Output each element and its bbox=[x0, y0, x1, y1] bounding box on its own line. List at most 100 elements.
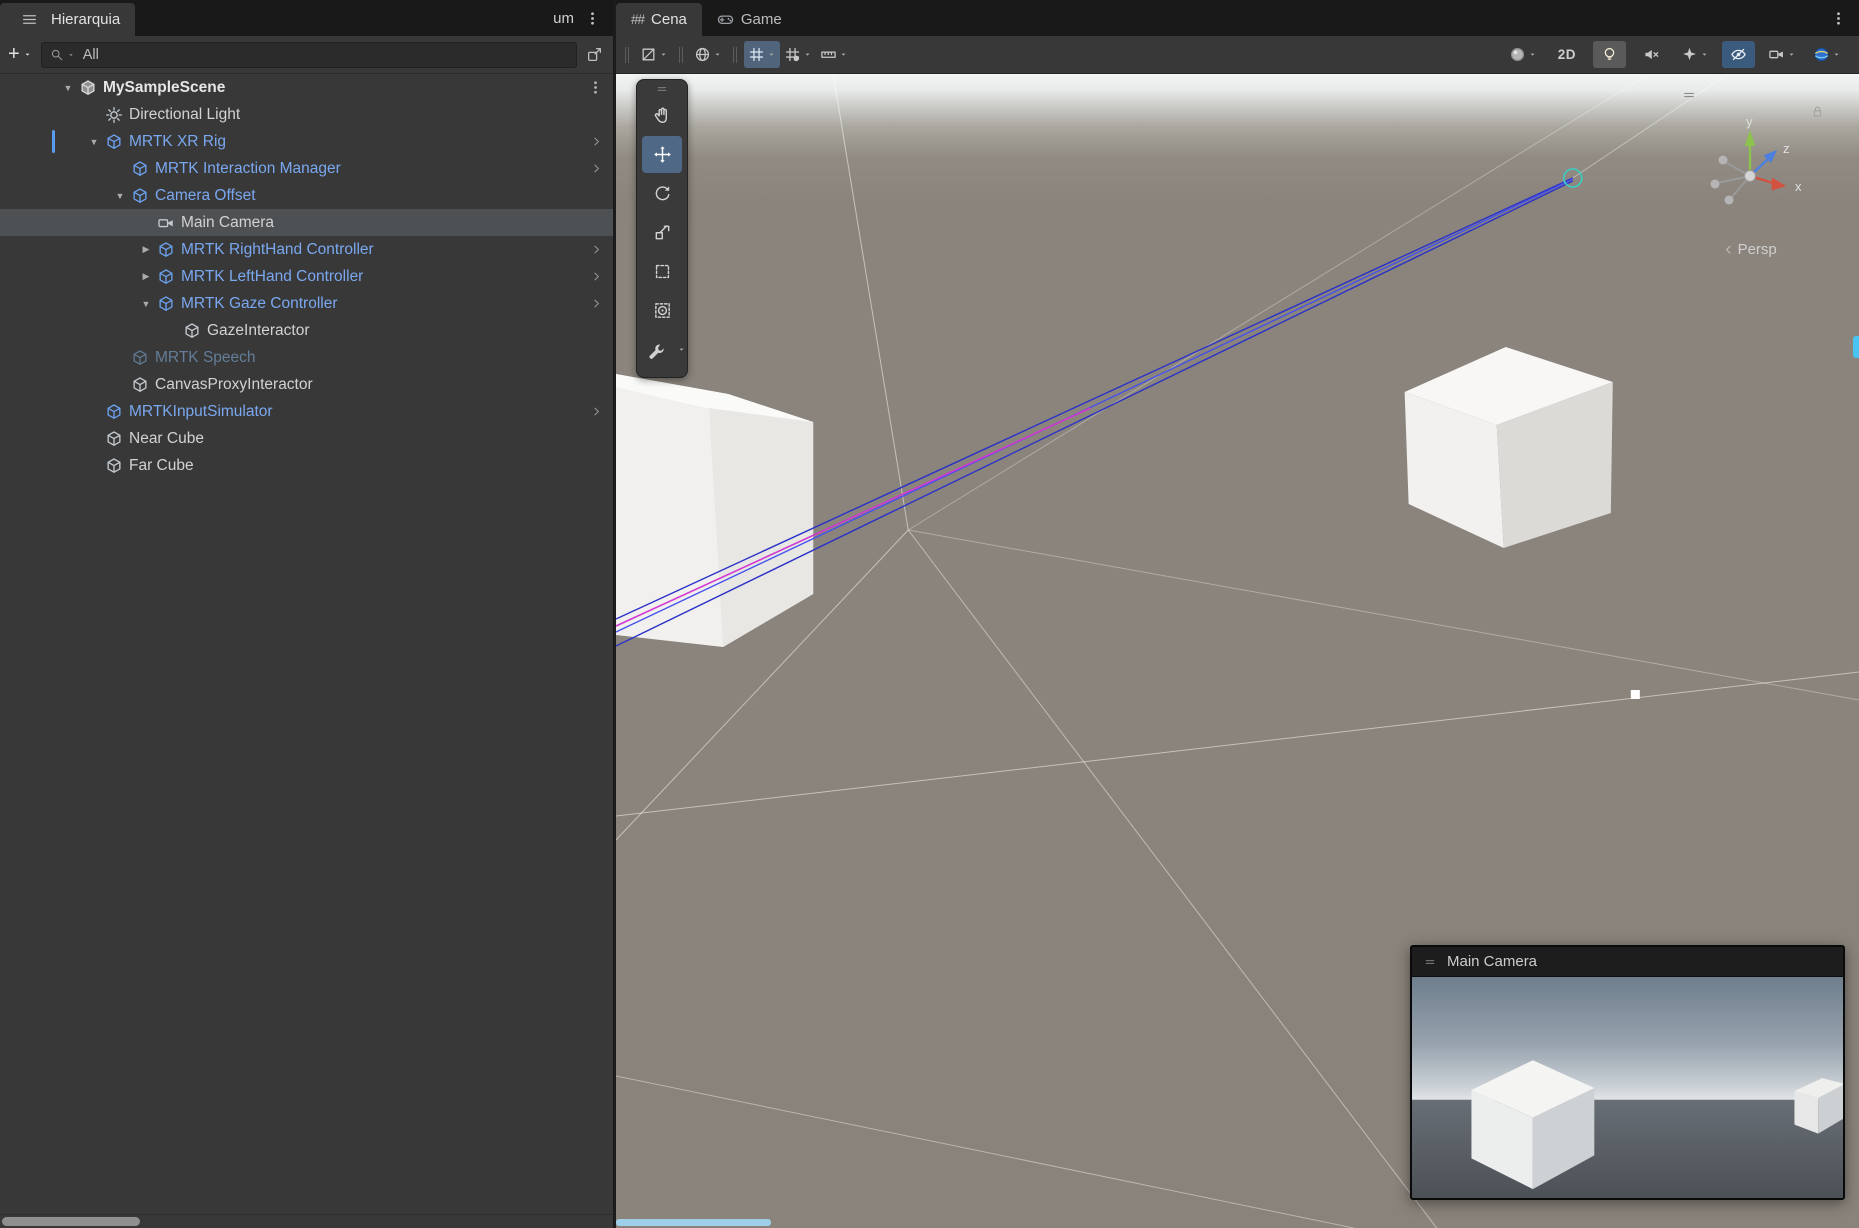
snap-settings-button[interactable] bbox=[780, 41, 816, 68]
sphere-icon bbox=[1509, 46, 1526, 63]
tree-row-near-cube[interactable]: Near Cube bbox=[0, 425, 613, 452]
scene-options-icon[interactable] bbox=[587, 74, 604, 101]
hierarchy-kebab-icon[interactable] bbox=[580, 10, 605, 27]
expander-open-icon[interactable]: ▼ bbox=[58, 83, 78, 93]
scene-icon bbox=[79, 79, 97, 97]
scene-scrollbar-thumb[interactable] bbox=[616, 1219, 771, 1226]
cube-icon bbox=[131, 160, 149, 178]
expander-closed-icon[interactable]: ▶ bbox=[136, 244, 156, 255]
expander-open-icon[interactable]: ▼ bbox=[136, 299, 156, 309]
orientation-gizmo[interactable]: y z x ‹ Persp bbox=[1665, 110, 1837, 259]
projection-label[interactable]: ‹ Persp bbox=[1665, 240, 1837, 259]
row-label: MRTKInputSimulator bbox=[129, 403, 273, 421]
overlay-drag-handle-icon[interactable] bbox=[1679, 88, 1699, 107]
child-expand-icon[interactable] bbox=[590, 155, 603, 182]
camera-preview-body bbox=[1412, 977, 1843, 1198]
preview-drag-handle-icon[interactable] bbox=[1422, 956, 1438, 968]
tab-game[interactable]: Game bbox=[702, 3, 797, 36]
tree-row-directional-light[interactable]: Directional Light bbox=[0, 101, 613, 128]
search-filter-caret-icon[interactable] bbox=[67, 51, 75, 59]
scale-tool-button[interactable] bbox=[642, 214, 682, 251]
tree-row-camera-offset[interactable]: ▼Camera Offset bbox=[0, 182, 613, 209]
view-2d-label: 2D bbox=[1554, 47, 1580, 62]
custom-tool-button[interactable] bbox=[641, 333, 671, 370]
effects-button[interactable] bbox=[1677, 41, 1713, 68]
scene-visibility-button[interactable] bbox=[1722, 41, 1755, 68]
grid-handle-dot[interactable] bbox=[1631, 690, 1640, 699]
hierarchy-tabbar-right: um bbox=[553, 0, 613, 36]
caretdown-icon bbox=[1787, 50, 1796, 59]
row-label: Directional Light bbox=[129, 106, 240, 124]
expander-open-icon[interactable]: ▼ bbox=[84, 137, 104, 147]
hamburger-icon[interactable] bbox=[15, 11, 44, 28]
orientation-button[interactable] bbox=[690, 41, 726, 68]
child-expand-icon[interactable] bbox=[590, 398, 603, 425]
tree-row-mrtk-speech[interactable]: MRTK Speech bbox=[0, 344, 613, 371]
draw-mode-button[interactable] bbox=[1505, 41, 1541, 68]
gizmo-negative-axes[interactable] bbox=[1717, 162, 1750, 198]
gizmo-y-axis[interactable] bbox=[1745, 130, 1756, 176]
tab-scene[interactable]: ## Cena bbox=[616, 3, 702, 36]
tree-row-main-camera[interactable]: Main Camera bbox=[0, 209, 613, 236]
move-tool-button[interactable] bbox=[642, 136, 682, 173]
camera-settings-button[interactable] bbox=[1764, 41, 1800, 68]
caretdown-icon bbox=[803, 50, 812, 59]
tree-row-mrtk-lefthand-controller[interactable]: ▶MRTK LeftHand Controller bbox=[0, 263, 613, 290]
camera-preview-render bbox=[1412, 977, 1843, 1198]
tree-row-canvasproxyinteractor[interactable]: CanvasProxyInteractor bbox=[0, 371, 613, 398]
expander-open-icon[interactable]: ▼ bbox=[110, 191, 130, 201]
gizmo-center[interactable] bbox=[1745, 171, 1756, 182]
cube-object-icon bbox=[104, 456, 123, 475]
caretdown-icon bbox=[767, 50, 776, 59]
add-object-button[interactable]: + bbox=[8, 46, 32, 64]
hierarchy-search-input[interactable]: All bbox=[41, 42, 577, 68]
tree-row-far-cube[interactable]: Far Cube bbox=[0, 452, 613, 479]
child-expand-icon[interactable] bbox=[590, 263, 603, 290]
tree-row-mrtk-righthand-controller[interactable]: ▶MRTK RightHand Controller bbox=[0, 236, 613, 263]
hierarchy-tabbar: Hierarquia um bbox=[0, 0, 613, 36]
child-expand-icon[interactable] bbox=[590, 290, 603, 317]
tree-row-gazeinteractor[interactable]: GazeInteractor bbox=[0, 317, 613, 344]
axis-x-label: x bbox=[1795, 179, 1802, 194]
collapsed-overlay-indicator[interactable] bbox=[1853, 336, 1859, 358]
rotate-tool-button[interactable] bbox=[642, 175, 682, 212]
tree-row-mrtk-gaze-controller[interactable]: ▼MRTK Gaze Controller bbox=[0, 290, 613, 317]
child-expand-icon[interactable] bbox=[590, 128, 603, 155]
scene-viewport[interactable]: y z x ‹ Persp Main Camera bbox=[616, 74, 1859, 1228]
snap-increment-button[interactable] bbox=[816, 41, 852, 68]
caretdown-icon bbox=[839, 50, 848, 59]
view-tool-button[interactable] bbox=[642, 97, 682, 134]
tab-hierarchy[interactable]: Hierarquia bbox=[0, 3, 135, 36]
tree-row-mrtkinputsimulator[interactable]: MRTKInputSimulator bbox=[0, 398, 613, 425]
tools-overlay-handle-icon[interactable] bbox=[637, 82, 687, 95]
child-expand-icon[interactable] bbox=[590, 236, 603, 263]
audio-mute-button[interactable] bbox=[1635, 41, 1668, 68]
tool-settings-button[interactable] bbox=[636, 41, 672, 68]
hierarchy-scrollbar[interactable] bbox=[0, 1214, 613, 1228]
camera-preview-window[interactable]: Main Camera bbox=[1410, 945, 1845, 1200]
caretdown-icon bbox=[677, 345, 686, 354]
scene-lighting-button[interactable] bbox=[1593, 41, 1626, 68]
gizmo-axes[interactable]: y z x bbox=[1665, 110, 1837, 240]
caretdown-icon bbox=[23, 50, 32, 59]
grid-snapping-button[interactable] bbox=[744, 41, 780, 68]
far-cube[interactable] bbox=[1405, 347, 1613, 548]
rect-tool-button[interactable] bbox=[642, 253, 682, 290]
view-2d-button[interactable]: 2D bbox=[1550, 41, 1584, 68]
custom-tool-dropdown-icon[interactable] bbox=[675, 345, 687, 358]
handle2-icon bbox=[1422, 956, 1438, 968]
scene-kebab-icon[interactable] bbox=[1826, 10, 1851, 27]
tree-row-mrtk-interaction-manager[interactable]: MRTK Interaction Manager bbox=[0, 155, 613, 182]
kebab-icon bbox=[1830, 10, 1847, 27]
camera-preview-header[interactable]: Main Camera bbox=[1412, 947, 1843, 977]
expander-closed-icon[interactable]: ▶ bbox=[136, 271, 156, 282]
cube-icon bbox=[157, 268, 175, 286]
scene-globe-button[interactable] bbox=[1809, 41, 1845, 68]
transform-tool-button[interactable] bbox=[642, 292, 682, 329]
tree-row-mrtk-xr-rig[interactable]: ▼MRTK XR Rig bbox=[0, 128, 613, 155]
hierarchy-scrollbar-thumb[interactable] bbox=[2, 1217, 140, 1226]
picking-icon[interactable] bbox=[586, 46, 603, 63]
cube-icon bbox=[131, 187, 149, 205]
cube-object-icon bbox=[130, 375, 149, 394]
tree-row-mysamplescene[interactable]: ▼MySampleScene bbox=[0, 74, 613, 101]
